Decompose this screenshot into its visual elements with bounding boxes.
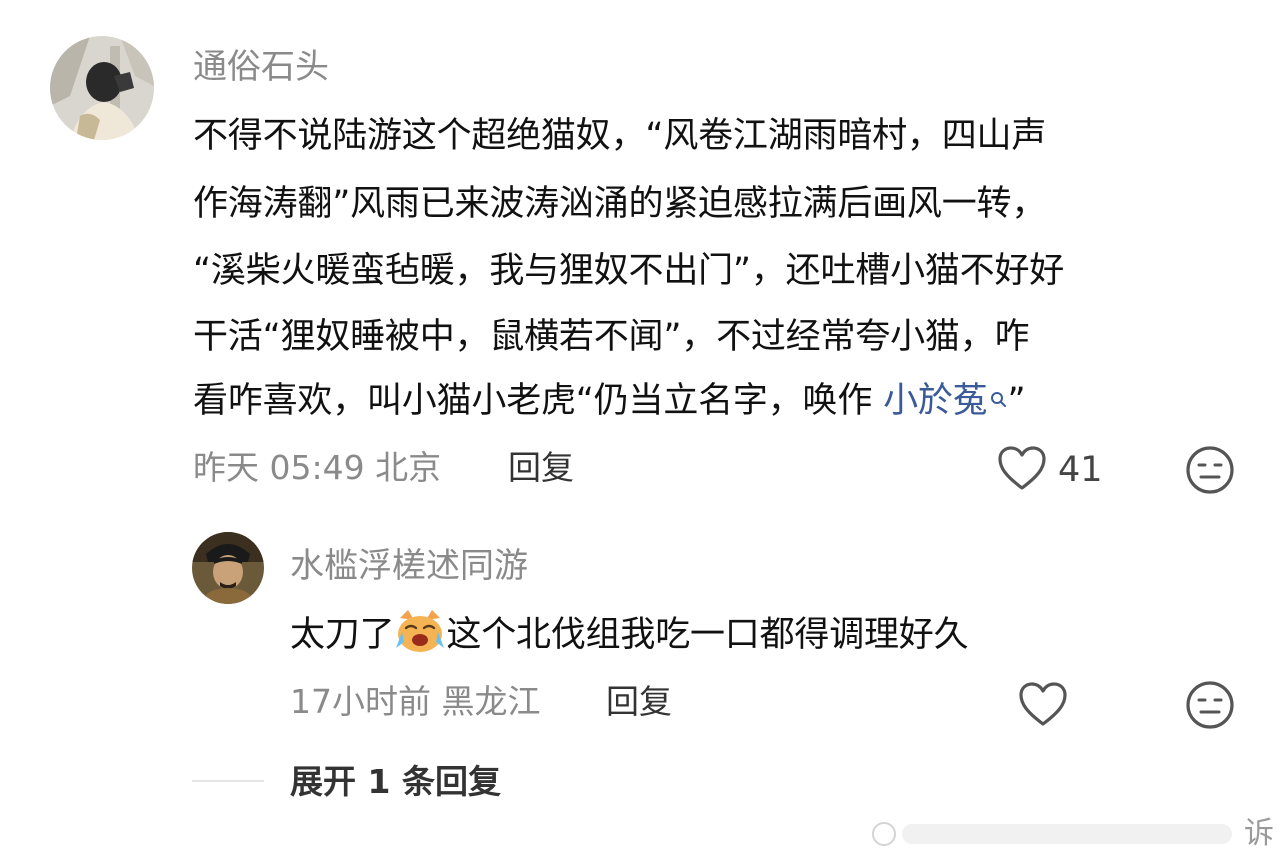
reply-time-location: 17小时前 黑龙江 bbox=[290, 682, 541, 721]
heart-outline-icon[interactable] bbox=[996, 444, 1048, 492]
closing-quote: ” bbox=[1007, 381, 1026, 421]
comment-line-4: 干活“狸奴睡被中，鼠横若不闻”，不过经常夸小猫，咋 bbox=[193, 317, 1030, 357]
reply-neutral-face-icon[interactable] bbox=[1184, 679, 1236, 731]
poem-link[interactable]: 小於菟 bbox=[883, 381, 1007, 421]
comment-line-5-text: 看咋喜欢，叫小猫小老虎“仍当立名字，唤作 bbox=[193, 381, 873, 421]
replier-username[interactable]: 水槛浮槎述同游 bbox=[290, 543, 528, 589]
reply-reply-button[interactable]: 回复 bbox=[606, 680, 672, 724]
poem-link-text[interactable]: 小於菟 bbox=[883, 381, 988, 421]
neutral-face-icon[interactable] bbox=[1184, 444, 1236, 496]
search-icon[interactable] bbox=[989, 377, 1007, 425]
comment-line-2: 作海涛翻”风雨已来波涛汹涌的紧迫感拉满后画风一转， bbox=[193, 184, 1047, 224]
watermark-text: 诉 bbox=[1244, 816, 1274, 851]
commenter-avatar[interactable] bbox=[50, 36, 154, 140]
like-count: 41 bbox=[1058, 450, 1103, 490]
commenter-username[interactable]: 通俗石头 bbox=[193, 44, 329, 90]
watermark-logo-icon bbox=[868, 818, 1238, 850]
comment-line-5: 看咋喜欢，叫小猫小老虎“仍当立名字，唤作 小於菟 ” bbox=[193, 377, 1026, 425]
reply-text: 太刀了 这个北伐组我吃一口都得调理好久 bbox=[290, 608, 969, 659]
reply-heart-outline-icon[interactable] bbox=[1017, 680, 1069, 728]
expand-divider bbox=[192, 780, 264, 782]
replier-avatar[interactable] bbox=[192, 532, 264, 604]
comment-reply-button[interactable]: 回复 bbox=[508, 446, 574, 490]
comment-line-3: “溪柴火暖蛮毡暖，我与狸奴不出门”，还吐槽小猫不好好 bbox=[193, 251, 1065, 291]
expand-replies-button[interactable]: 展开 1 条回复 bbox=[290, 760, 501, 804]
reply-text-after: 这个北伐组我吃一口都得调理好久 bbox=[446, 615, 969, 655]
comment-time-location: 昨天 05:49 北京 bbox=[193, 448, 442, 487]
comment-line-1: 不得不说陆游这个超绝猫奴，“风卷江湖雨暗村，四山声 bbox=[193, 116, 1047, 156]
crying-cat-emoji bbox=[394, 608, 446, 654]
reply-text-before: 太刀了 bbox=[290, 615, 395, 655]
